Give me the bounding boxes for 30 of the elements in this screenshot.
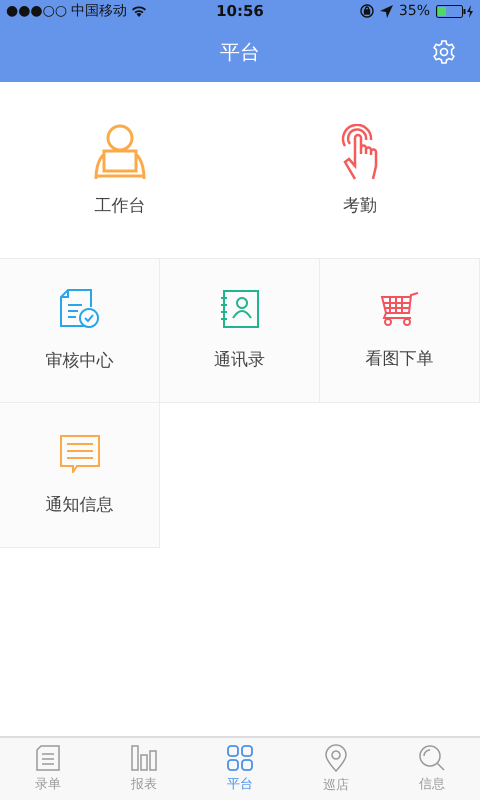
shortcut-label[interactable]: 考勤 [343, 194, 377, 216]
person-at-desk-icon [94, 124, 146, 180]
menu-tile[interactable]: 通讯录 [160, 258, 320, 403]
contact-book-icon [220, 290, 258, 328]
carrier-name: 中国移动 [71, 2, 128, 20]
signal-strength: ●●●○○ [6, 3, 68, 19]
tile-label: 通讯录 [214, 349, 265, 371]
menu-tile[interactable]: 看图下单 [320, 258, 480, 403]
grid-icon [227, 745, 253, 771]
wifi-icon [131, 5, 148, 17]
bar-chart-icon [131, 745, 157, 771]
shortcut-label[interactable]: 工作台 [94, 194, 146, 216]
page-title: 平台 [220, 38, 260, 66]
message-icon [60, 434, 100, 472]
battery-percent: 35% [398, 3, 430, 19]
rotation-lock-icon [360, 4, 374, 18]
location-pin-icon [325, 744, 347, 772]
settings-icon[interactable] [432, 40, 456, 64]
menu-tile[interactable]: 通知信息 [0, 403, 160, 548]
document-check-icon [60, 289, 100, 329]
location-arrow-icon [380, 4, 393, 18]
battery-charging-icon [436, 4, 474, 18]
tile-label: 看图下单 [366, 348, 434, 370]
menu-tile[interactable]: 审核中心 [0, 258, 160, 403]
shopping-cart-icon [380, 291, 420, 327]
status-time: 10:56 [216, 2, 264, 20]
document-icon [36, 745, 60, 771]
search-icon [419, 745, 445, 771]
tile-label: 通知信息 [46, 494, 114, 516]
tile-label: 审核中心 [46, 350, 114, 372]
